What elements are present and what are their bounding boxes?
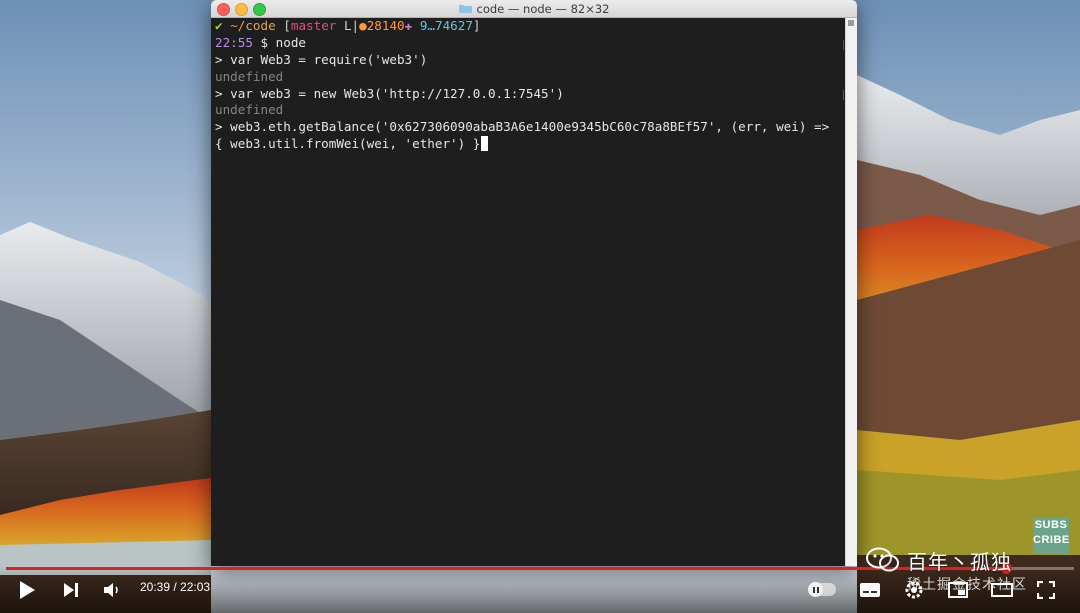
terminal-line: > web3.eth.getBalance('0x627306090abaB3A…: [215, 119, 830, 135]
plus-icon: ✚: [404, 18, 413, 33]
fullscreen-icon: [1037, 581, 1055, 599]
pause-icon: [808, 582, 823, 597]
check-icon: ✔: [215, 18, 223, 33]
next-button[interactable]: [60, 579, 82, 601]
prompt-bracket-close: ]: [472, 18, 481, 33]
fullscreen-button[interactable]: [1034, 578, 1058, 602]
terminal-line: undefined: [215, 102, 284, 118]
terminal-line: > var web3 = new Web3('http://127.0.0.1:…: [215, 85, 564, 101]
prompt-ahead: ●28140: [359, 18, 405, 33]
prompt-behind: 9…74627: [419, 18, 473, 33]
video-progress-fill: [6, 567, 1006, 570]
video-time: 20:39 / 22:03: [140, 580, 211, 594]
prompt-branch: master: [290, 18, 337, 33]
prompt-time: 22:55: [215, 34, 253, 50]
prompt-bracket-open: [: [283, 18, 291, 33]
scroll-up-arrow-icon[interactable]: [848, 20, 854, 26]
terminal-line: > var Web3 = require('web3'): [215, 51, 428, 67]
text-cursor: [481, 136, 489, 152]
terminal-scrollbar[interactable]: [845, 18, 857, 566]
watermark-name: 百年丶孤独: [907, 549, 1012, 574]
volume-icon: [104, 583, 118, 597]
folder-icon: [458, 5, 472, 13]
volume-button[interactable]: [101, 579, 123, 601]
prompt-directory: ~/code: [230, 18, 276, 33]
autoplay-toggle[interactable]: [808, 582, 836, 597]
terminal-input-line[interactable]: { web3.util.fromWei(wei, 'ether') }: [215, 136, 849, 153]
terminal-window: code — node — 82×32 ✔ ~/code [master L|●…: [211, 0, 857, 566]
subscribe-badge[interactable]: SUBS CRIBE: [1033, 518, 1069, 554]
play-icon: [20, 581, 35, 599]
subscribe-text-2: CRIBE: [1033, 534, 1070, 546]
terminal-output[interactable]: ✔ ~/code [master L|●28140✚ 9…74627] 22:5…: [211, 18, 849, 566]
window-title: code — node — 82×32: [476, 1, 610, 16]
play-button[interactable]: [16, 579, 38, 601]
prompt-command: $ node: [260, 34, 307, 50]
skip-next-icon: [64, 583, 78, 597]
prompt-separator: L|: [343, 18, 360, 33]
subtitles-icon: [860, 583, 880, 597]
subscribe-text-1: SUBS: [1034, 519, 1068, 531]
prompt-line-1: ✔ ~/code [master L|●28140✚ 9…74627]: [215, 18, 849, 35]
terminal-line: { web3.util.fromWei(wei, 'ether') }: [215, 136, 481, 152]
subtitles-button[interactable]: [858, 578, 882, 602]
watermark: 百年丶孤独: [866, 545, 1012, 575]
prompt-line-2: 22:55 $ node: [215, 35, 849, 52]
wechat-icon: [866, 547, 899, 572]
watermark-source: 稀土掘金技术社区: [907, 577, 1027, 593]
window-titlebar[interactable]: code — node — 82×32: [211, 0, 857, 18]
terminal-line: undefined: [215, 68, 284, 84]
